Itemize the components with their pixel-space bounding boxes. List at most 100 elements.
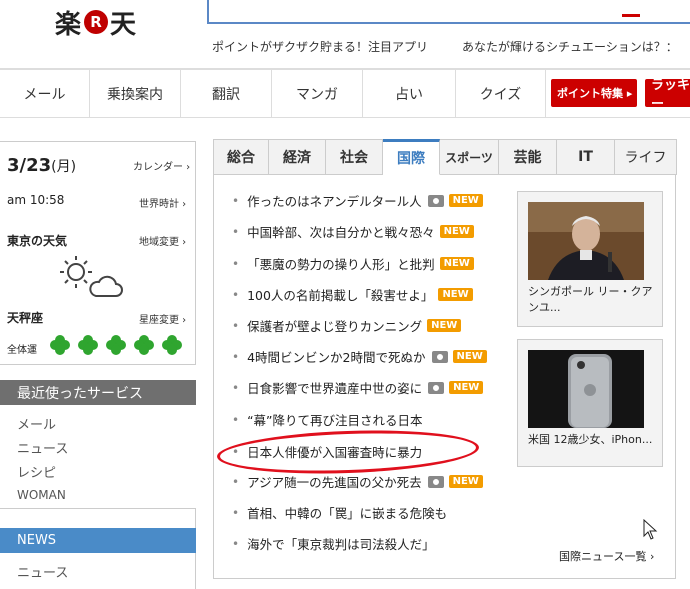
tab-it[interactable]: IT — [557, 139, 615, 175]
bullet: • — [232, 224, 240, 239]
new-badge: NEW — [448, 194, 483, 207]
headline-text[interactable]: 作ったのはネアンデルタール人 — [247, 191, 422, 210]
recent-item-recipe[interactable]: レシピ — [17, 462, 56, 481]
headline-item[interactable]: • 「悪魔の勢力の操り人形」と批判 NEW — [232, 254, 474, 273]
nav-item-translate[interactable]: 翻訳 — [181, 70, 272, 118]
bullet: • — [232, 412, 240, 427]
lucky-button[interactable]: ラッキー — [645, 78, 690, 112]
tab-international[interactable]: 国際 — [383, 139, 440, 175]
logo-char-right: 天 — [110, 9, 138, 40]
speaker-photo-icon — [528, 202, 644, 280]
points-feature-button[interactable]: ポイント特集 ▸ — [551, 79, 637, 107]
new-badge: NEW — [427, 319, 462, 332]
photo-news-card[interactable]: 米国 12歳少女、iPhon... — [517, 339, 663, 467]
search-button-edge[interactable] — [622, 14, 640, 17]
headline-item[interactable]: • アジア随一の先進国の父か死去 NEW — [232, 472, 483, 491]
current-time: am 10:58 — [7, 193, 65, 207]
headline-text[interactable]: アジア随一の先進国の父か死去 — [247, 472, 422, 491]
headline-item[interactable]: • 100人の名前掲載し「殺害せよ」 NEW — [232, 285, 473, 304]
tab-economy[interactable]: 経済 — [269, 139, 326, 175]
headline-text[interactable]: 4時間ビンビンか2時間で死ぬか — [247, 347, 425, 366]
new-badge: NEW — [452, 350, 487, 363]
nav-item-fortune[interactable]: 占い — [363, 70, 456, 118]
weekday: (月) — [51, 159, 77, 175]
logo-r-icon: R — [84, 10, 109, 34]
headline-text[interactable]: 「悪魔の勢力の操り人形」と批判 — [247, 254, 435, 273]
calendar-link[interactable]: カレンダー › — [133, 158, 190, 173]
mouse-cursor-icon — [643, 519, 658, 540]
photo-singapore[interactable] — [528, 202, 644, 280]
nav-item-mail[interactable]: メール — [0, 70, 90, 118]
camera-icon — [431, 350, 448, 363]
headline-item[interactable]: • 首相、中韓の「罠」に嵌まる危険も — [232, 503, 447, 522]
bullet: • — [232, 256, 240, 271]
sun-cloud-icon — [60, 256, 123, 297]
new-badge: NEW — [439, 225, 474, 238]
promo-link-situation[interactable]: あなたが輝けるシチュエーションは？： — [462, 38, 678, 55]
zodiac-title: 天秤座 — [7, 311, 44, 325]
nav-item-manga[interactable]: マンガ — [272, 70, 363, 118]
rakuten-logo[interactable]: 楽 R 天 — [55, 4, 137, 40]
tab-society[interactable]: 社会 — [326, 139, 383, 175]
recent-item-news[interactable]: ニュース — [17, 438, 68, 457]
smartphone-photo-icon — [528, 350, 644, 428]
tab-life[interactable]: ライフ — [615, 139, 677, 175]
headline-text[interactable]: 中国幹部、次は自分かと戦々恐々 — [247, 222, 435, 241]
photo-caption[interactable]: シンガポール リー・クアンユ... — [528, 284, 658, 316]
clover-icon — [106, 335, 126, 355]
new-badge: NEW — [449, 381, 484, 394]
bullet: • — [232, 505, 240, 520]
international-news-list-link[interactable]: 国際ニュース一覧 › — [559, 548, 654, 564]
headline-text[interactable]: 100人の名前掲載し「殺害せよ」 — [247, 285, 433, 304]
logo-char-left: 楽 — [55, 9, 83, 40]
weather-title: 東京の天気 — [7, 234, 68, 248]
headline-item[interactable]: • “幕”降りて再び注目される日本 — [232, 410, 423, 429]
bullet: • — [232, 193, 240, 208]
search-input[interactable] — [207, 0, 690, 24]
camera-icon — [427, 475, 444, 488]
overall-luck-label: 全体運 — [7, 345, 37, 356]
service-nav: メール 乗換案内 翻訳 マンガ 占い クイズ ポイント特集 ▸ ラッキー — [0, 68, 690, 118]
new-badge: NEW — [438, 288, 473, 301]
clover-icon — [134, 335, 154, 355]
tab-entertainment[interactable]: 芸能 — [499, 139, 557, 175]
bullet: • — [232, 287, 240, 302]
headline-text[interactable]: 首相、中韓の「罠」に嵌まる危険も — [247, 503, 447, 522]
tab-general[interactable]: 総合 — [213, 139, 269, 175]
camera-icon — [427, 194, 444, 207]
recent-item-mail[interactable]: メール — [17, 414, 56, 433]
recent-item-woman[interactable]: WOMAN — [17, 488, 66, 502]
headline-item[interactable]: • 海外で「東京裁判は司法殺人だ」 — [232, 534, 435, 553]
nav-item-quiz[interactable]: クイズ — [456, 70, 546, 118]
bullet: • — [232, 349, 240, 364]
headline-item[interactable]: • 日食影響で世界遺産中世の姿に NEW — [232, 378, 484, 397]
bullet: • — [232, 474, 240, 489]
zodiac-change-link[interactable]: 星座変更 › — [139, 311, 186, 326]
nav-item-transit[interactable]: 乗換案内 — [90, 70, 181, 118]
news-item-news[interactable]: ニュース — [17, 562, 68, 581]
tab-sports[interactable]: スポーツ — [440, 139, 499, 175]
photo-iphone[interactable] — [528, 350, 644, 428]
headline-text[interactable]: “幕”降りて再び注目される日本 — [247, 410, 422, 429]
promo-link-app[interactable]: ポイントがザクザク貯まる！注目アプリ — [212, 38, 428, 55]
headline-item[interactable]: • 作ったのはネアンデルタール人 NEW — [232, 191, 483, 210]
headline-text[interactable]: 海外で「東京裁判は司法殺人だ」 — [247, 534, 435, 553]
photo-caption[interactable]: 米国 12歳少女、iPhon... — [528, 432, 658, 448]
news-tabs: 総合 経済 社会 国際 スポーツ 芸能 IT ライフ — [213, 139, 690, 175]
headline-item[interactable]: • 4時間ビンビンか2時間で死ぬか NEW — [232, 347, 487, 366]
world-clock-link[interactable]: 世界時計 › — [139, 195, 186, 210]
new-badge: NEW — [448, 475, 483, 488]
news-header: NEWS — [0, 528, 196, 553]
clover-icon — [78, 335, 98, 355]
date-value: 3/23 — [7, 155, 52, 176]
recent-services-header: 最近使ったサービス — [0, 380, 196, 405]
new-badge: NEW — [439, 257, 474, 270]
bullet: • — [232, 380, 240, 395]
region-change-link[interactable]: 地域変更 › — [139, 233, 186, 248]
headline-item[interactable]: • 中国幹部、次は自分かと戦々恐々 NEW — [232, 222, 474, 241]
headline-text[interactable]: 日食影響で世界遺産中世の姿に — [247, 378, 422, 397]
bullet: • — [232, 536, 240, 551]
headline-text[interactable]: 保護者が壁よじ登りカンニング — [247, 316, 422, 335]
photo-news-card[interactable]: シンガポール リー・クアンユ... — [517, 191, 663, 327]
headline-item[interactable]: • 保護者が壁よじ登りカンニング NEW — [232, 316, 462, 335]
